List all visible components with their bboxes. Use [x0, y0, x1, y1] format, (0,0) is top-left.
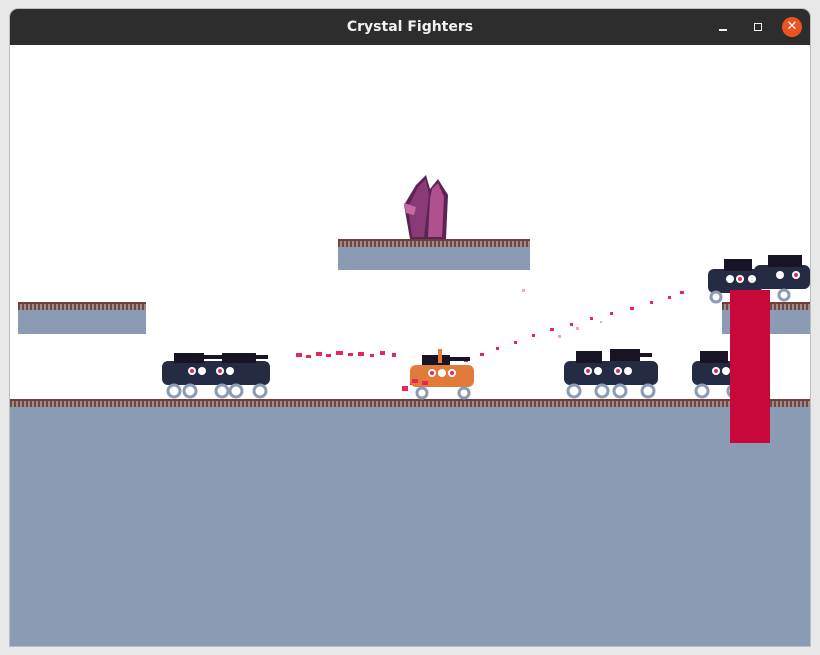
minimize-button[interactable] [713, 17, 733, 37]
enemy-tank-icon [564, 349, 658, 399]
minimize-icon [719, 29, 727, 31]
enemy-tank-icon [162, 353, 270, 399]
close-button[interactable]: ✕ [782, 17, 802, 37]
ground-platform [10, 399, 810, 646]
center-floating-platform [338, 239, 530, 270]
title-bar[interactable]: Crystal Fighters ✕ [10, 9, 810, 45]
app-window: Crystal Fighters ✕ [10, 9, 810, 646]
left-floating-platform [18, 302, 146, 334]
maximize-icon [754, 23, 762, 31]
crystal-icon [404, 175, 448, 239]
close-icon: ✕ [786, 19, 798, 34]
maximize-button[interactable] [748, 17, 768, 37]
window-title: Crystal Fighters [346, 19, 474, 35]
player-tank-icon[interactable] [408, 345, 478, 401]
red-barrier-block [730, 290, 770, 443]
game-canvas[interactable] [10, 45, 810, 646]
